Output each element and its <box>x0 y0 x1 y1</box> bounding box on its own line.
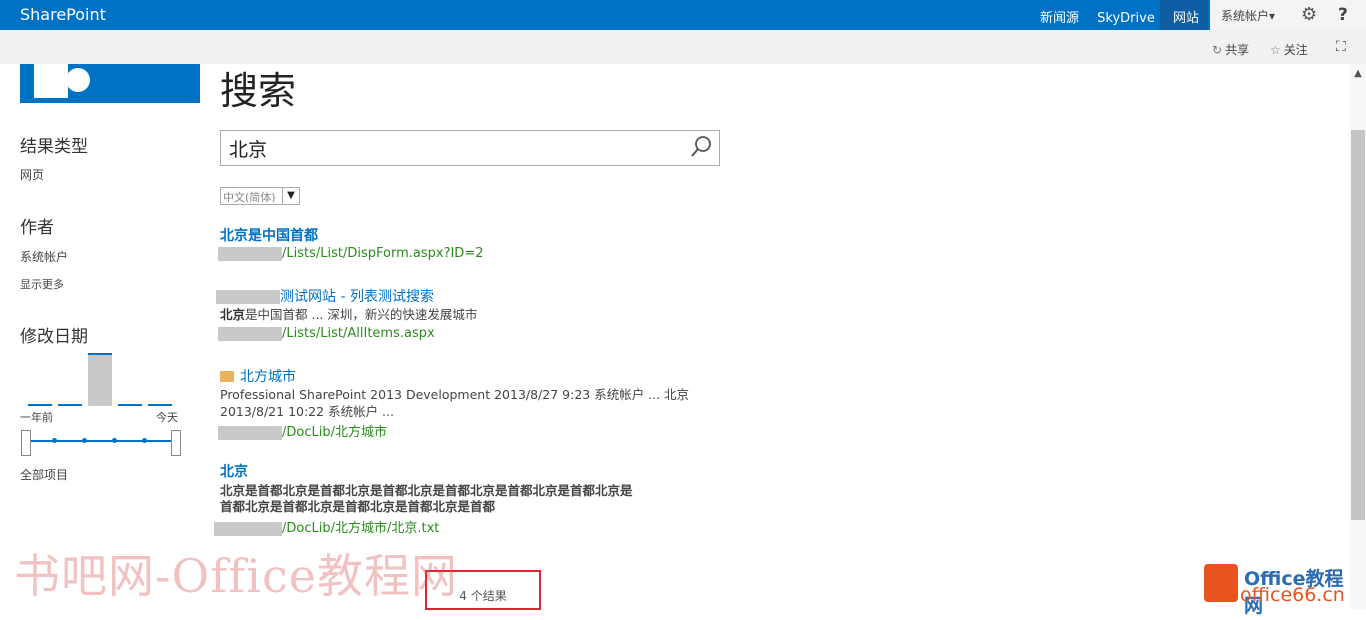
result-description: 北京是中国首都 ... 深圳，新兴的快速发展城市 <box>220 306 720 323</box>
refiner-show-more-link[interactable]: 显示更多 <box>20 276 64 292</box>
share-icon: ↻ <box>1212 43 1223 57</box>
folder-icon <box>220 371 234 382</box>
share-button[interactable]: ↻ 共享 <box>1212 41 1249 58</box>
slider-label-from: 一年前 <box>20 411 53 424</box>
result-title: 北方城市 <box>240 369 296 385</box>
refiner-heading-result-type: 结果类型 <box>20 137 88 157</box>
slider-label-to: 今天 <box>156 411 178 424</box>
refiner-heading-modified: 修改日期 <box>20 327 88 347</box>
site-logo[interactable] <box>20 64 200 103</box>
histogram-bar <box>58 404 82 406</box>
suite-link-newsfeed[interactable]: 新闻源 <box>1040 11 1079 26</box>
suite-links: 新闻源 SkyDrive 网站 <box>1040 7 1213 26</box>
slider-tick <box>142 438 147 443</box>
suite-link-skydrive[interactable]: SkyDrive <box>1097 11 1155 26</box>
help-icon[interactable]: ? <box>1338 5 1348 25</box>
redacted-host <box>214 521 282 536</box>
redacted-host <box>218 425 282 440</box>
result-description: 首都北京是首都北京是首都北京是首都北京是首都 <box>220 499 496 514</box>
refiner-item-system-account[interactable]: 系统帐户 <box>20 248 68 265</box>
histogram-bar <box>118 404 142 406</box>
histogram-bar <box>148 404 172 406</box>
result-description: 2013/8/21 10:22 系统帐户 ... <box>220 404 394 419</box>
result-description-text: 是中国首都 ... 深圳，新兴的快速发展城市 <box>245 307 478 322</box>
result-description: 北京是首都北京是首都北京是首都北京是首都北京是首都北京是首都北京是 <box>220 483 633 498</box>
result-title[interactable]: 北京 <box>220 461 248 481</box>
search-box <box>220 130 720 166</box>
gear-icon[interactable]: ⚙ <box>1301 4 1317 25</box>
result-title-row[interactable]: 北方城市 <box>220 366 296 386</box>
histogram-bar <box>28 404 52 406</box>
chevron-down-icon: ▼ <box>282 188 299 204</box>
app-brand[interactable]: SharePoint <box>20 5 106 24</box>
slider-tick <box>82 438 87 443</box>
result-url-path: /DocLib/北方城市/北京.txt <box>282 521 440 536</box>
result-url[interactable]: /Lists/List/AllItems.aspx <box>218 326 435 341</box>
result-url-path: /Lists/List/DispForm.aspx?ID=2 <box>282 246 484 261</box>
result-url[interactable]: /DocLib/北方城市 <box>218 421 387 440</box>
redacted-host <box>218 246 282 261</box>
suite-link-sites[interactable]: 网站 <box>1173 11 1199 26</box>
follow-label: 关注 <box>1283 43 1308 57</box>
result-url-path: /DocLib/北方城市 <box>282 425 387 440</box>
histogram-bar <box>88 353 112 406</box>
slider-tick <box>52 438 57 443</box>
result-highlight: 北京 <box>220 307 246 322</box>
watermark-logo: Office教程网 office66.cn <box>1204 562 1362 617</box>
language-select-value: 中文(简体) <box>223 191 276 204</box>
share-label: 共享 <box>1225 43 1250 57</box>
refiner-heading-author: 作者 <box>20 218 54 238</box>
result-url[interactable]: /DocLib/北方城市/北京.txt <box>214 517 439 536</box>
refiner-item-webpage[interactable]: 网页 <box>20 166 44 183</box>
watermark-text: 书吧网-Office教程网 <box>14 549 459 603</box>
refiner-all-items[interactable]: 全部项目 <box>20 466 68 483</box>
scrollbar-thumb[interactable] <box>1351 130 1365 520</box>
redacted-host <box>216 290 280 304</box>
sharepoint-logo-mark <box>66 68 90 92</box>
scroll-up-icon[interactable]: ▲ <box>1350 68 1366 79</box>
date-slider-track[interactable] <box>25 440 175 442</box>
action-bar: ↻ 共享 ☆ 关注 ⛶ <box>0 30 1366 64</box>
user-menu[interactable]: 系统帐户▾ <box>1221 7 1275 24</box>
follow-button[interactable]: ☆ 关注 <box>1270 41 1308 58</box>
office-logo-icon <box>1204 564 1238 602</box>
result-description: Professional SharePoint 2013 Development… <box>220 387 690 402</box>
page-title: 搜索 <box>220 69 297 113</box>
result-title-row[interactable]: 测试网站 - 列表测试搜索 <box>216 286 434 306</box>
slider-handle-left[interactable] <box>21 430 31 456</box>
star-icon: ☆ <box>1270 43 1281 57</box>
search-icon[interactable] <box>689 135 713 159</box>
language-select[interactable]: 中文(简体) ▼ <box>220 187 300 205</box>
result-url[interactable]: /Lists/List/DispForm.aspx?ID=2 <box>218 246 483 261</box>
sharepoint-logo-icon <box>34 64 68 98</box>
redacted-host <box>218 326 282 341</box>
slider-handle-right[interactable] <box>171 430 181 456</box>
result-title: 测试网站 - 列表测试搜索 <box>280 289 434 305</box>
watermark-url: office66.cn <box>1240 584 1345 606</box>
result-url-path: /Lists/List/AllItems.aspx <box>282 326 435 341</box>
focus-content-icon[interactable]: ⛶ <box>1336 39 1346 55</box>
slider-tick <box>112 438 117 443</box>
search-input[interactable] <box>227 135 681 161</box>
suite-bar: SharePoint 新闻源 SkyDrive 网站 系统帐户▾ ⚙ ? <box>0 0 1366 30</box>
result-title[interactable]: 北京是中国首都 <box>220 225 318 245</box>
